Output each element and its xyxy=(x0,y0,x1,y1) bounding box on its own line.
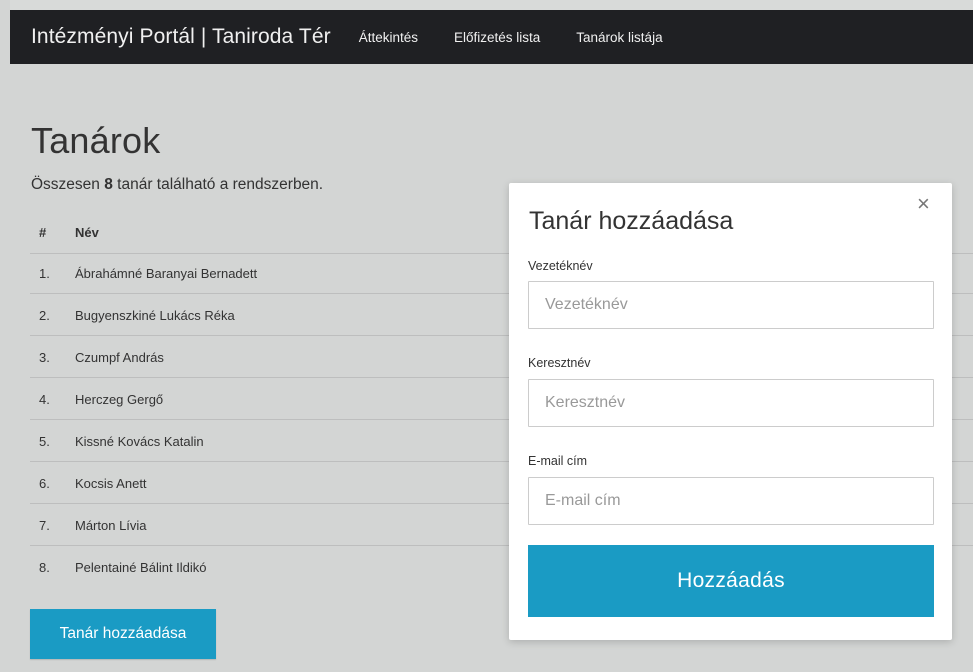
close-icon[interactable]: × xyxy=(917,193,930,215)
teacher-name: Kissné Kovács Katalin xyxy=(75,434,204,449)
row-number: 1. xyxy=(39,266,50,281)
row-number: 4. xyxy=(39,392,50,407)
teacher-name: Ábrahámné Baranyai Bernadett xyxy=(75,266,258,281)
row-number: 3. xyxy=(39,350,50,365)
row-number: 8. xyxy=(39,560,50,575)
last-name-label: Vezetéknév xyxy=(528,259,593,273)
row-number: 5. xyxy=(39,434,50,449)
add-teacher-button[interactable]: Tanár hozzáadása xyxy=(30,609,216,659)
add-teacher-modal: Tanár hozzáadása × Vezetéknév Keresztnév… xyxy=(509,183,952,640)
row-number: 7. xyxy=(39,518,50,533)
top-navbar: Intézményi Portál | Taniroda Tér Áttekin… xyxy=(10,10,973,64)
submit-add-teacher-button[interactable]: Hozzáadás xyxy=(528,545,934,617)
teacher-name: Márton Lívia xyxy=(75,518,147,533)
teacher-count-summary: Összesen 8 tanár található a rendszerben… xyxy=(31,176,323,194)
modal-title: Tanár hozzáadása xyxy=(529,207,734,235)
row-number: 6. xyxy=(39,476,50,491)
column-header-number: # xyxy=(39,225,47,240)
summary-suffix: tanár található a rendszerben. xyxy=(112,176,324,193)
teacher-name: Bugyenszkiné Lukács Réka xyxy=(75,308,235,323)
teacher-name: Kocsis Anett xyxy=(75,476,147,491)
email-label: E-mail cím xyxy=(528,454,588,468)
email-input[interactable] xyxy=(528,477,934,525)
first-name-label: Keresztnév xyxy=(528,356,591,370)
row-number: 2. xyxy=(39,308,50,323)
summary-prefix: Összesen xyxy=(31,176,105,193)
first-name-input[interactable] xyxy=(528,379,934,427)
column-header-name: Név xyxy=(75,225,99,240)
page-title: Tanárok xyxy=(31,120,161,161)
teacher-name: Czumpf András xyxy=(75,350,164,365)
window-top-edge xyxy=(0,0,973,10)
nav-link-overview[interactable]: Áttekintés xyxy=(359,30,418,45)
teacher-name: Herczeg Gergő xyxy=(75,392,164,407)
app-brand[interactable]: Intézményi Portál | Taniroda Tér xyxy=(10,25,331,49)
last-name-input[interactable] xyxy=(528,281,934,329)
teacher-name: Pelentainé Bálint Ildikó xyxy=(75,560,207,575)
nav-link-subscriptions[interactable]: Előfizetés lista xyxy=(454,30,540,45)
nav-link-teachers[interactable]: Tanárok listája xyxy=(576,30,662,45)
window-left-edge xyxy=(0,0,10,672)
nav-links: Áttekintés Előfizetés lista Tanárok list… xyxy=(359,30,699,45)
summary-count: 8 xyxy=(104,176,113,193)
